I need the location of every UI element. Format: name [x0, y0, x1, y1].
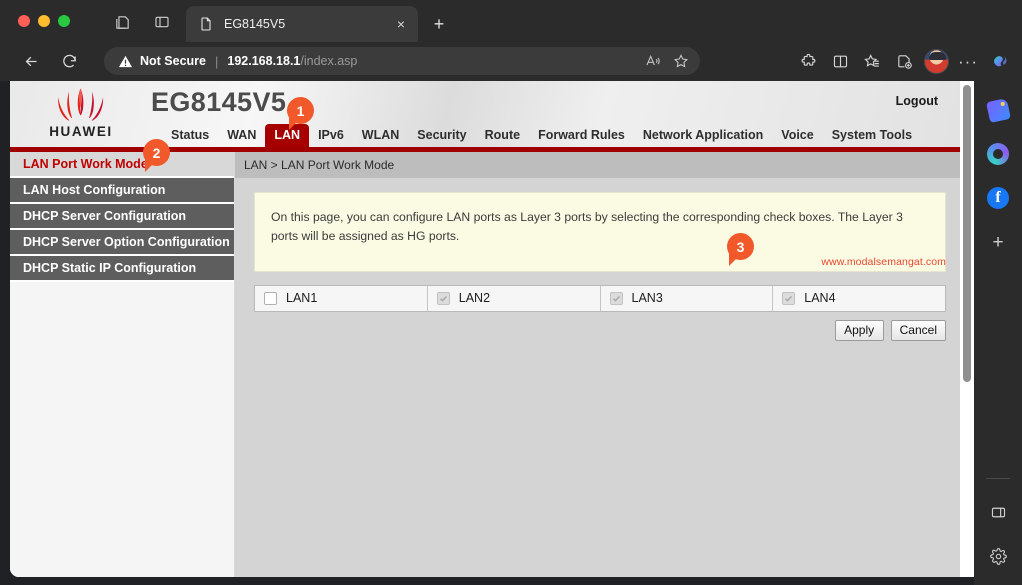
router-body: LAN Port Work Mode LAN Host Configuratio…: [10, 152, 960, 577]
shopping-tag-icon[interactable]: [983, 95, 1013, 125]
cancel-button[interactable]: Cancel: [890, 319, 946, 341]
facebook-icon[interactable]: f: [983, 183, 1013, 213]
address-bar[interactable]: Not Secure | 192.168.18.1/index.asp: [104, 47, 700, 75]
vertical-tabs-icon[interactable]: [148, 10, 176, 34]
extensions-icon[interactable]: [792, 46, 824, 77]
nav-item-system-tools[interactable]: System Tools: [823, 124, 921, 147]
lan-port-cell-lan4: LAN4: [773, 286, 945, 311]
nav-item-wan[interactable]: WAN: [218, 124, 265, 147]
callout-badge-2: 2: [143, 139, 170, 172]
read-aloud-icon[interactable]: [640, 49, 666, 73]
add-favorites-icon[interactable]: [888, 46, 920, 77]
browser-toolbar: Not Secure | 192.168.18.1/index.asp ···: [0, 42, 1022, 81]
omnibox-separator: |: [215, 53, 219, 69]
favorite-star-icon[interactable]: [668, 49, 694, 73]
add-site-icon[interactable]: +: [983, 227, 1013, 257]
add-site-plus: +: [992, 231, 1004, 253]
minimize-window-button[interactable]: [38, 15, 50, 27]
huawei-flower-icon: [58, 88, 104, 121]
page-icon: [198, 16, 214, 32]
reload-icon[interactable]: [54, 47, 84, 77]
security-status-label: Not Secure: [140, 54, 206, 68]
nav-item-network-application[interactable]: Network Application: [634, 124, 772, 147]
lan-port-cell-lan1[interactable]: LAN1: [255, 285, 428, 311]
page-scrollbar-thumb[interactable]: [963, 85, 971, 382]
sidebar-item-lan-port-work-mode[interactable]: LAN Port Work Mode: [10, 152, 234, 178]
content-inner: On this page, you can configure LAN port…: [235, 178, 960, 341]
nav-item-forward-rules[interactable]: Forward Rules: [529, 124, 634, 147]
avatar: [923, 49, 949, 74]
lan2-checkbox: [436, 291, 450, 305]
toolbar-right-group: ···: [792, 46, 1016, 77]
rail-divider: [986, 478, 1010, 479]
close-tab-icon[interactable]: ×: [392, 15, 410, 33]
form-actions: Apply Cancel: [254, 319, 946, 341]
logout-button[interactable]: Logout: [896, 94, 938, 108]
new-tab-button[interactable]: +: [428, 13, 450, 35]
more-dots: ···: [958, 52, 978, 71]
sidebar-item-dhcp-server-configuration[interactable]: DHCP Server Configuration: [10, 204, 234, 230]
not-secure-warning-icon: [118, 54, 133, 69]
url-path: /index.asp: [300, 54, 358, 68]
maximize-window-button[interactable]: [58, 15, 70, 27]
omnibox-actions: [640, 49, 694, 73]
lan1-label: LAN1: [286, 291, 318, 306]
main-nav: Status WAN LAN IPv6 WLAN Security Route …: [162, 124, 921, 147]
page-title: EG8145V5: [151, 87, 287, 117]
lan3-checkbox: [609, 291, 623, 305]
nav-item-status[interactable]: Status: [162, 124, 218, 147]
lan-port-table: LAN1 LAN2 LAN3 LAN4: [254, 284, 946, 312]
nav-item-security[interactable]: Security: [408, 124, 475, 147]
edge-sidebar: f +: [974, 81, 1022, 585]
brand-label: HUAWEI: [49, 124, 113, 139]
url-text: 192.168.18.1/index.asp: [227, 54, 357, 68]
close-window-button[interactable]: [18, 15, 30, 27]
lan4-label: LAN4: [804, 291, 836, 306]
collections-icon[interactable]: [856, 46, 888, 77]
lan2-label: LAN2: [458, 291, 491, 306]
copilot-icon[interactable]: [984, 46, 1016, 77]
browser-tab[interactable]: EG8145V5 ×: [186, 6, 418, 42]
nav-item-ipv6[interactable]: IPv6: [309, 124, 353, 147]
lan1-checkbox[interactable]: [264, 291, 277, 305]
watermark: www.modalsemangat.com: [821, 256, 946, 268]
page-scrollbar[interactable]: [960, 81, 974, 577]
tab-title: EG8145V5: [224, 17, 286, 31]
profile-avatar[interactable]: [920, 46, 952, 77]
callout-badge-1: 1: [287, 97, 314, 130]
nav-item-lan[interactable]: LAN: [265, 124, 310, 147]
breadcrumb: LAN > LAN Port Work Mode: [235, 152, 960, 178]
sidebar-item-dhcp-static-ip-configuration[interactable]: DHCP Static IP Configuration: [10, 256, 234, 282]
sidebar-item-dhcp-server-option-configuration[interactable]: DHCP Server Option Configuration: [10, 230, 234, 256]
lan3-label: LAN3: [631, 291, 663, 306]
settings-more-icon[interactable]: ···: [952, 46, 984, 77]
callout-badge-3: 3: [727, 233, 754, 266]
panel-toggle-icon[interactable]: [983, 497, 1013, 527]
sidebar-item-lan-host-configuration[interactable]: LAN Host Configuration: [10, 178, 234, 204]
lan-port-cell-lan3: LAN3: [601, 285, 774, 311]
rail-settings-gear-icon[interactable]: [983, 541, 1013, 571]
nav-item-route[interactable]: Route: [476, 124, 529, 147]
workspaces-icon[interactable]: [108, 10, 136, 34]
browser-window: EG8145V5 × + Not Secure | 192.168.18.1/i…: [0, 0, 1022, 585]
nav-item-voice[interactable]: Voice: [772, 124, 822, 147]
window-controls[interactable]: [18, 15, 70, 27]
router-header: HUAWEI EG8145V5 Logout Status WAN LAN IP…: [10, 81, 960, 147]
lan4-checkbox: [782, 291, 796, 305]
back-icon[interactable]: [16, 47, 46, 77]
title-bar: EG8145V5 × +: [0, 0, 1022, 42]
browser-chrome: EG8145V5 × + Not Secure | 192.168.18.1/i…: [0, 0, 1022, 81]
lan-port-cell-lan2: LAN2: [428, 285, 601, 311]
split-screen-icon[interactable]: [824, 46, 856, 77]
nav-item-wlan[interactable]: WLAN: [353, 124, 409, 147]
copilot-icon[interactable]: [983, 139, 1013, 169]
sidebar: LAN Port Work Mode LAN Host Configuratio…: [10, 152, 235, 577]
url-host: 192.168.18.1: [227, 54, 301, 68]
apply-button[interactable]: Apply: [834, 319, 884, 341]
huawei-logo: HUAWEI: [33, 87, 129, 139]
content-area: LAN > LAN Port Work Mode On this page, y…: [235, 152, 960, 577]
